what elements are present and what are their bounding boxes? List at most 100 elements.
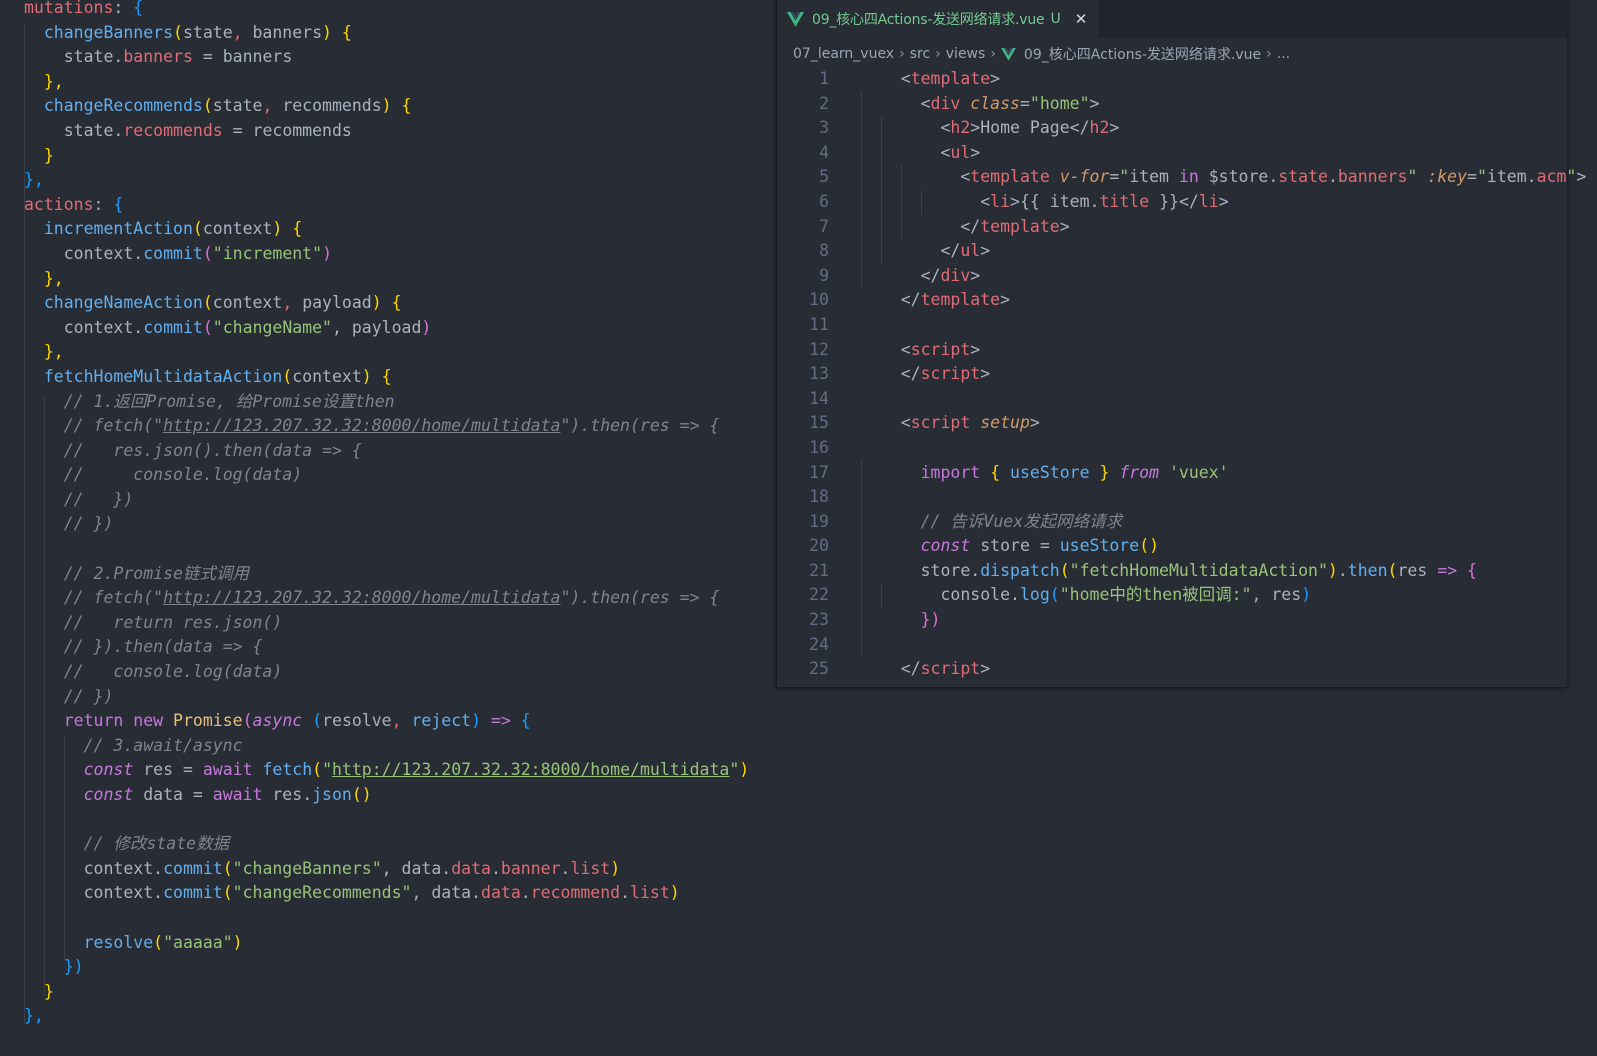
vue-file-editor-window[interactable]: 09_核心四Actions-发送网络请求.vue U ✕ 07_learn_vu… (776, 0, 1586, 688)
editor-tab-active[interactable]: 09_核心四Actions-发送网络请求.vue U ✕ (777, 0, 1100, 38)
breadcrumb-item-project[interactable]: 07_learn_vuex (793, 46, 894, 62)
code-line[interactable]: changeNameAction(context, payload) { (24, 291, 749, 316)
code-line[interactable]: </template> (861, 288, 1586, 313)
code-line[interactable] (861, 313, 1586, 338)
code-line[interactable]: <li>{{ item.title }}</li> (861, 190, 1586, 215)
code-token: ( (202, 317, 213, 337)
breadcrumb-item-views[interactable]: views (946, 46, 986, 62)
code-line[interactable] (24, 537, 749, 562)
code-line[interactable]: changeBanners(state, banners) { (24, 21, 749, 46)
code-line[interactable]: <div class="home"> (861, 92, 1586, 117)
code-token: . (1268, 167, 1279, 187)
code-line[interactable]: }, (24, 267, 749, 292)
code-line[interactable]: <template v-for="item in $store.state.ba… (861, 165, 1586, 190)
code-line[interactable]: <script> (861, 338, 1586, 363)
code-token: res (272, 785, 303, 804)
code-line[interactable]: // 修改state数据 (24, 832, 749, 857)
code-token: }, (24, 170, 44, 190)
code-token: resolve (83, 932, 154, 952)
code-line[interactable] (861, 436, 1586, 461)
code-line[interactable]: // }) (24, 488, 749, 513)
close-icon[interactable]: ✕ (1075, 10, 1088, 28)
code-line[interactable] (861, 387, 1586, 412)
code-line[interactable]: return new Promise(async (resolve, rejec… (24, 709, 749, 734)
code-token: < (900, 339, 911, 359)
code-line[interactable]: // }) (24, 685, 749, 710)
code-line[interactable]: <template> (861, 67, 1586, 92)
code-line[interactable]: }) (861, 608, 1586, 633)
code-line[interactable]: <ul> (861, 141, 1586, 166)
code-line[interactable]: }) (24, 955, 749, 980)
code-line[interactable]: resolve("aaaaa") (24, 931, 749, 956)
code-line[interactable]: </script> (861, 362, 1586, 387)
code-token: , (411, 883, 432, 903)
code-line[interactable]: </template> (861, 215, 1586, 240)
right-code-lines[interactable]: <template> <div class="home"> <h2>Home P… (861, 67, 1587, 682)
left-code-lines[interactable]: mutations: { changeBanners(state, banner… (24, 0, 749, 1054)
code-line[interactable]: state.recommends = recommends (24, 119, 749, 144)
code-token: $store (1208, 167, 1269, 187)
code-token: "home" (1029, 93, 1090, 113)
code-token: ( (202, 96, 213, 116)
code-line[interactable]: }, (24, 70, 749, 95)
code-line[interactable]: </div> (861, 264, 1586, 289)
code-line[interactable]: // fetch("http://123.207.32.32:8000/home… (24, 414, 749, 439)
breadcrumb-item-file[interactable]: 09_核心四Actions-发送网络请求.vue (1024, 44, 1261, 64)
code-line[interactable]: // console.log(data) (24, 463, 749, 488)
code-line[interactable]: }, (24, 340, 749, 365)
code-line[interactable] (24, 1029, 749, 1054)
code-token: : (113, 0, 134, 17)
code-line[interactable]: // 3.await/async (24, 734, 749, 759)
code-token: reject (411, 711, 472, 731)
code-line[interactable]: <script setup> (861, 411, 1586, 436)
code-token: ").then(res => { (560, 416, 720, 436)
code-line[interactable]: // }).then(data => { (24, 635, 749, 660)
code-line[interactable]: // console.log(data) (24, 660, 749, 685)
code-line[interactable]: actions: { (24, 193, 749, 218)
code-line[interactable] (861, 633, 1586, 658)
code-line[interactable]: context.commit("changeName", payload) (24, 316, 749, 341)
code-line[interactable]: } (24, 144, 749, 169)
code-line[interactable]: const data = await res.json() (24, 783, 749, 808)
code-line[interactable]: // 1.返回Promise, 给Promise设置then (24, 390, 749, 415)
code-line[interactable]: // }) (24, 512, 749, 537)
code-line[interactable]: // return res.json() (24, 611, 749, 636)
code-token: div (930, 93, 971, 113)
code-line[interactable]: context.commit("changeBanners", data.dat… (24, 857, 749, 882)
code-line[interactable]: store.dispatch("fetchHomeMultidataAction… (861, 559, 1586, 584)
code-line[interactable]: changeRecommends(state, recommends) { (24, 94, 749, 119)
code-line[interactable] (861, 485, 1586, 510)
code-line[interactable] (24, 808, 749, 833)
code-token: async (252, 711, 313, 731)
left-code-editor[interactable]: mutations: { changeBanners(state, banner… (0, 0, 780, 1056)
code-line[interactable]: mutations: { (24, 0, 749, 21)
line-number: 4 (819, 142, 829, 162)
code-line[interactable]: context.commit("changeRecommends", data.… (24, 881, 749, 906)
code-line[interactable]: state.banners = banners (24, 45, 749, 70)
code-line[interactable]: // fetch("http://123.207.32.32:8000/home… (24, 586, 749, 611)
code-line[interactable] (24, 906, 749, 931)
code-line[interactable]: // 2.Promise链式调用 (24, 562, 749, 587)
code-token: = (1039, 536, 1060, 556)
code-line[interactable]: // res.json().then(data => { (24, 439, 749, 464)
breadcrumb-item-src[interactable]: src (910, 46, 930, 62)
code-line[interactable]: }, (24, 1004, 749, 1029)
code-line[interactable]: }, (24, 168, 749, 193)
code-line[interactable]: </script> (861, 657, 1586, 682)
code-line[interactable]: console.log("home中的then被回调:", res) (861, 583, 1586, 608)
code-token: , (282, 293, 303, 313)
code-token: // fetch(" (63, 416, 164, 436)
breadcrumb-item-symbols[interactable]: ... (1277, 46, 1290, 62)
code-line[interactable]: incrementAction(context) { (24, 217, 749, 242)
code-line[interactable]: import { useStore } from 'vuex' (861, 461, 1586, 486)
code-line[interactable]: const store = useStore() (861, 534, 1586, 559)
code-line[interactable]: // 告诉Vuex发起网络请求 (861, 510, 1586, 535)
code-line[interactable]: const res = await fetch("http://123.207.… (24, 758, 750, 783)
code-line[interactable]: <h2>Home Page</h2> (861, 116, 1586, 141)
code-line[interactable]: </ul> (861, 239, 1586, 264)
code-line[interactable]: } (24, 980, 749, 1005)
code-line[interactable]: fetchHomeMultidataAction(context) { (24, 365, 749, 390)
code-line[interactable]: context.commit("increment") (24, 242, 749, 267)
